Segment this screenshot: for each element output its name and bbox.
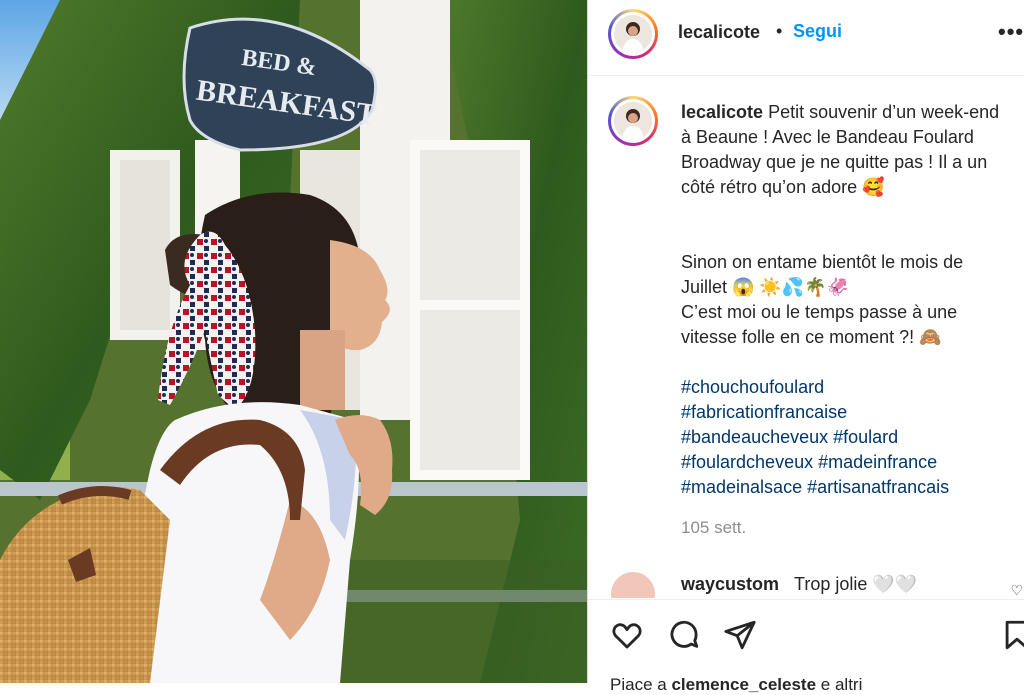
post-caption: lecalicote Petit souvenir d’un week-end …	[588, 76, 1024, 576]
hashtag-link[interactable]: #fabricationfrancaise	[681, 400, 1011, 425]
comment-text: Trop jolie 🤍🤍	[794, 574, 918, 594]
post-photo-image: BED & BREAKFAST	[0, 0, 587, 683]
hashtag-link[interactable]: #foulardcheveux #madeinfrance	[681, 450, 1011, 475]
caption-line-2: Sinon on entame bientôt le mois de Juill…	[681, 252, 964, 297]
separator-dot: •	[776, 21, 783, 41]
author-avatar[interactable]	[608, 9, 658, 59]
hashtag-link[interactable]: #chouchoufoulard	[681, 375, 1011, 400]
caption-username[interactable]: lecalicote	[681, 102, 763, 122]
commenter-avatar[interactable]	[611, 572, 655, 598]
likes-prefix: Piace a	[610, 675, 667, 694]
post-details-panel: lecalicote • Segui ••• lecalicote Petit …	[587, 0, 1024, 694]
like-icon[interactable]	[610, 618, 644, 652]
post-time[interactable]: 105 sett.	[681, 518, 746, 538]
likes-user[interactable]: clemence_celeste	[671, 675, 816, 694]
caption-author-avatar[interactable]	[608, 96, 658, 146]
post-photo[interactable]: BED & BREAKFAST	[0, 0, 587, 683]
hashtag-link[interactable]: #bandeaucheveux #foulard	[681, 425, 1011, 450]
more-options-icon[interactable]: •••	[998, 19, 1024, 45]
action-bar: Piace a clemence_celeste e altri	[588, 599, 1024, 694]
comment-icon[interactable]	[667, 618, 701, 652]
likes-summary: Piace a clemence_celeste e altri	[610, 675, 862, 695]
hashtag-link[interactable]: #madeinalsace #artisanatfrancais	[681, 475, 1011, 500]
caption-text: lecalicote Petit souvenir d’un week-end …	[681, 100, 1011, 500]
likes-suffix[interactable]: e altri	[821, 675, 863, 694]
paper-plane-icon[interactable]	[723, 618, 757, 652]
post-header: lecalicote • Segui •••	[588, 0, 1024, 76]
bookmark-icon[interactable]	[1000, 618, 1024, 652]
commenter-username[interactable]: waycustom	[681, 574, 779, 595]
comment-like-icon[interactable]: ♡	[1010, 582, 1023, 598]
caption-line-3: C’est moi ou le temps passe à une vitess…	[681, 302, 958, 347]
comment-item: waycustom Trop jolie 🤍🤍 ♡	[588, 570, 1024, 598]
author-username[interactable]: lecalicote	[678, 22, 760, 43]
follow-button[interactable]: Segui	[793, 21, 842, 42]
